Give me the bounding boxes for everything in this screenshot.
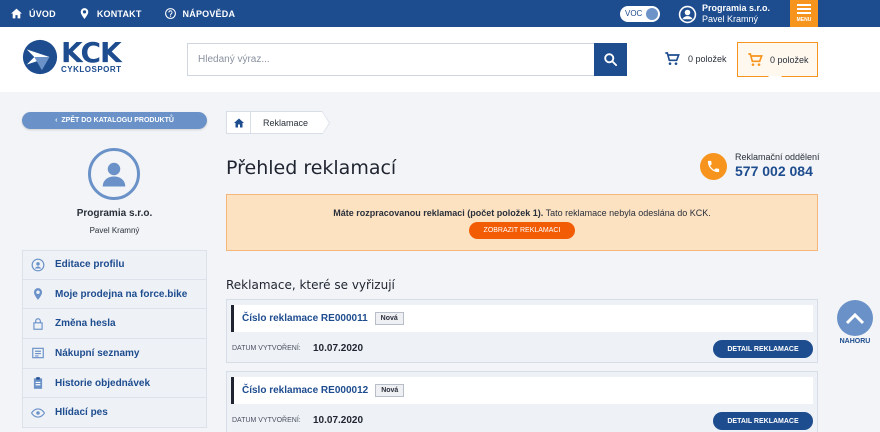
top-bar: ÚVOD KONTAKT NÁPOVĚDA VOC Programia s.r.… (0, 0, 880, 27)
profile-person: Pavel Kramný (89, 226, 140, 235)
user-icon (102, 162, 126, 187)
back-label: ZPĚT DO KATALOGU PRODUKTŮ (61, 117, 174, 124)
location-pin-icon (33, 288, 43, 300)
cart-icon (665, 52, 680, 65)
logo-subtext: CYKLOSPORT (61, 65, 122, 74)
sidebar-item-label: Nákupní seznamy (55, 347, 140, 359)
draft-claim-alert: Máte rozpracovanou reklamaci (počet polo… (226, 194, 818, 251)
claim-card: Číslo reklamace RE000011 Nová DATUM VYTV… (226, 299, 818, 363)
phone-icon (707, 160, 720, 172)
basket-button[interactable]: 0 položek (737, 42, 818, 83)
phone-icon-badge (700, 152, 727, 180)
search-input[interactable] (188, 44, 594, 75)
avatar (88, 148, 140, 200)
contact-label: Reklamační oddělení (735, 152, 820, 162)
list-icon (32, 348, 44, 359)
back-to-catalog-button[interactable]: ‹ ZPĚT DO KATALOGU PRODUKTŮ (22, 112, 207, 129)
sidebar-item-label: Změna hesla (55, 318, 116, 330)
hamburger-line (797, 8, 811, 10)
user-name: Pavel Kramný (702, 14, 759, 24)
nav-home[interactable]: ÚVOD (10, 7, 56, 20)
alert-message: Máte rozpracovanou reklamaci (počet polo… (227, 208, 817, 218)
sidebar-menu: Editace profilu Moje prodejna na force.b… (22, 250, 207, 429)
chevron-up-icon (845, 312, 865, 325)
claim-header: Číslo reklamace RE000012 Nová (231, 377, 813, 404)
claim-date-label: DATUM VYTVOŘENÍ: (232, 417, 301, 424)
status-badge: Nová (375, 384, 405, 397)
search-icon (604, 53, 618, 67)
voc-toggle[interactable]: VOC (620, 6, 660, 22)
sidebar-item-watchdog[interactable]: Hlídací pes (22, 398, 207, 429)
nav-home-label: ÚVOD (29, 8, 56, 19)
logo-mark-icon (22, 39, 58, 75)
header: KCK CYKLOSPORT 0 položek 0 položek (0, 27, 880, 92)
menu-button[interactable]: MENU (790, 0, 818, 27)
breadcrumb-home[interactable] (226, 111, 250, 134)
section-title: Reklamace, které se vyřizují (226, 278, 395, 292)
alert-text: Tato reklamace nebyla odeslána do KCK. (543, 208, 711, 218)
clipboard-icon (33, 377, 43, 389)
alert-bold: Máte rozpracovanou reklamaci (počet polo… (333, 208, 544, 218)
contact-phone[interactable]: 577 002 084 (735, 163, 820, 180)
claim-detail-button[interactable]: DETAIL REKLAMACE (713, 340, 813, 358)
cart-icon (748, 52, 763, 66)
basket-count: 0 položek (770, 54, 809, 65)
status-badge: Nová (374, 312, 404, 325)
scroll-top-button[interactable] (837, 300, 873, 336)
eye-icon (31, 408, 45, 418)
help-circle-icon (164, 8, 176, 19)
cart-link[interactable]: 0 položek (664, 51, 727, 67)
home-icon (233, 118, 244, 127)
claim-header: Číslo reklamace RE000011 Nová (231, 305, 813, 332)
claim-title[interactable]: Číslo reklamace RE000012 (242, 385, 368, 396)
voc-label: VOC (625, 9, 643, 18)
cart-count: 0 položek (688, 54, 727, 64)
hamburger-icon (797, 4, 811, 6)
claim-title[interactable]: Číslo reklamace RE000011 (242, 313, 368, 324)
logo-text: KCK (61, 36, 122, 69)
toggle-knob (646, 8, 658, 20)
search-button[interactable] (594, 43, 627, 76)
sidebar-item-order-history[interactable]: Historie objednávek (22, 368, 207, 399)
nav-contact-label: KONTAKT (96, 8, 142, 19)
user-account[interactable]: Programia s.r.o. Pavel Kramný (678, 3, 770, 25)
breadcrumb-item[interactable]: Reklamace (250, 111, 331, 135)
sidebar-item-label: Moje prodejna na force.bike (55, 288, 188, 300)
top-nav: ÚVOD KONTAKT NÁPOVĚDA (10, 0, 235, 27)
claim-detail-button[interactable]: DETAIL REKLAMACE (713, 412, 813, 430)
hamburger-line (797, 12, 811, 14)
claim-card: Číslo reklamace RE000012 Nová DATUM VYTV… (226, 371, 818, 432)
user-company: Programia s.r.o. (702, 3, 771, 13)
claims-contact: Reklamační oddělení 577 002 084 (700, 152, 820, 180)
nav-help[interactable]: NÁPOVĚDA (164, 7, 236, 20)
sidebar-item-shopping-lists[interactable]: Nákupní seznamy (22, 339, 207, 369)
sidebar-item-label: Hlídací pes (55, 407, 108, 419)
breadcrumb-label: Reklamace (263, 117, 309, 128)
claim-date: 10.07.2020 (313, 343, 364, 354)
page-title: Přehled reklamací (226, 157, 397, 179)
menu-label: MENU (796, 17, 812, 23)
search-box (187, 43, 627, 76)
location-pin-icon (80, 8, 89, 19)
sidebar-item-label: Historie objednávek (55, 377, 151, 389)
sidebar-item-my-store[interactable]: Moje prodejna na force.bike (22, 279, 207, 310)
logo[interactable]: KCK CYKLOSPORT (21, 38, 122, 76)
claim-date-label: DATUM VYTVOŘENÍ: (232, 345, 301, 352)
sidebar-item-label: Editace profilu (55, 259, 125, 271)
scroll-top-label[interactable]: NAHORU (834, 338, 876, 345)
lock-icon (33, 317, 43, 330)
breadcrumb: Reklamace (226, 111, 331, 135)
nav-contact[interactable]: KONTAKT (78, 7, 142, 20)
chevron-left-icon: ‹ (55, 117, 58, 124)
sidebar-item-edit-profile[interactable]: Editace profilu (22, 250, 207, 280)
claim-date: 10.07.2020 (313, 415, 364, 426)
sidebar-item-change-password[interactable]: Změna hesla (22, 309, 207, 340)
home-icon (11, 8, 22, 19)
show-claim-button[interactable]: ZOBRAZIT REKLAMACI (469, 222, 575, 239)
user-circle-icon (678, 5, 697, 23)
nav-help-label: NÁPOVĚDA (182, 8, 236, 19)
user-circle-icon (31, 258, 45, 272)
profile-company: Programia s.r.o. (76, 208, 153, 219)
